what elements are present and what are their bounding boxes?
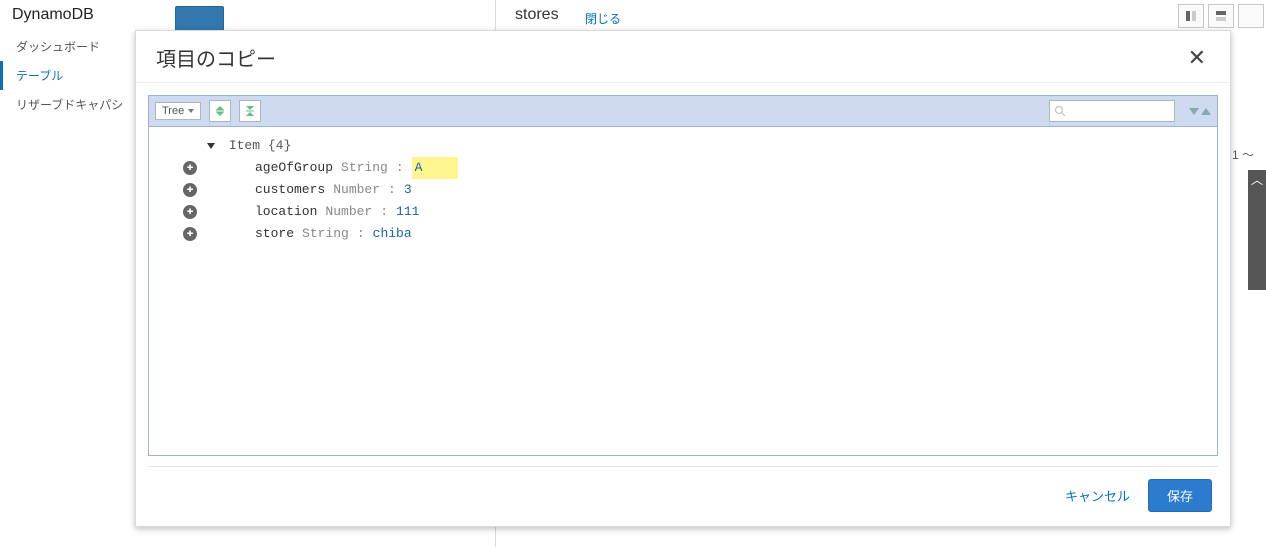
bg-right-icons bbox=[1178, 4, 1264, 28]
view-mode-label: Tree bbox=[162, 105, 184, 117]
attribute-name: ageOfGroup bbox=[205, 157, 333, 179]
disclosure-triangle-icon[interactable] bbox=[207, 143, 215, 149]
attribute-tree: Item {4} ✚ageOfGroupString:A✚customersNu… bbox=[149, 127, 1217, 455]
bg-primary-button[interactable] bbox=[175, 6, 224, 32]
bg-button-area bbox=[175, 6, 224, 32]
attribute-name: customers bbox=[205, 179, 325, 201]
pager-text: 1 ～ bbox=[1232, 146, 1254, 163]
attribute-row[interactable]: ✚ store String: chiba bbox=[159, 223, 1207, 245]
attribute-name: location bbox=[205, 201, 317, 223]
search-icon bbox=[1054, 105, 1066, 117]
sidebar-item[interactable]: リザーブドキャパシ bbox=[0, 90, 135, 119]
modal-header: 項目のコピー ✕ bbox=[136, 31, 1230, 83]
view-mode-icon-1[interactable] bbox=[1178, 4, 1204, 28]
cancel-button[interactable]: キャンセル bbox=[1065, 486, 1130, 505]
attribute-row[interactable]: ✚ customers Number:3 bbox=[159, 179, 1207, 201]
colon: : bbox=[396, 157, 404, 179]
root-label: Item bbox=[229, 138, 260, 153]
bg-scrollbar[interactable]: ︿ bbox=[1248, 170, 1266, 290]
search-box[interactable] bbox=[1049, 100, 1175, 122]
search-input[interactable] bbox=[1066, 103, 1170, 119]
sort-asc-icon[interactable] bbox=[1201, 108, 1211, 115]
add-attribute-icon[interactable]: ✚ bbox=[183, 183, 197, 197]
modal-footer: キャンセル 保存 bbox=[136, 467, 1230, 526]
root-count: {4} bbox=[268, 138, 291, 153]
attribute-type: Number bbox=[325, 201, 372, 223]
colon: : bbox=[388, 179, 396, 201]
attribute-row[interactable]: ✚ ageOfGroup String: A bbox=[159, 157, 1207, 179]
view-mode-icon-2[interactable] bbox=[1208, 4, 1234, 28]
sidebar-list: ダッシュボードテーブルリザーブドキャパシ bbox=[0, 32, 135, 119]
view-mode-dropdown[interactable]: Tree bbox=[155, 102, 201, 120]
sidebar-item[interactable]: テーブル bbox=[0, 61, 135, 90]
close-icon[interactable]: ✕ bbox=[1184, 47, 1210, 69]
expand-all-button[interactable] bbox=[209, 100, 231, 122]
attribute-row[interactable]: ✚ location Number:111 bbox=[159, 201, 1207, 223]
attribute-type: String bbox=[302, 223, 349, 245]
sort-buttons bbox=[1189, 108, 1211, 115]
modal-body: Tree bbox=[136, 83, 1230, 456]
copy-item-dialog: 項目のコピー ✕ Tree bbox=[135, 30, 1231, 527]
attribute-type: String bbox=[341, 157, 388, 179]
colon: : bbox=[357, 223, 365, 245]
item-editor: Tree bbox=[148, 95, 1218, 456]
tree-root-row[interactable]: Item {4} bbox=[159, 135, 1207, 157]
sidebar: DynamoDB ダッシュボードテーブルリザーブドキャパシ bbox=[0, 0, 135, 547]
service-title: DynamoDB bbox=[12, 6, 135, 24]
collapse-all-button[interactable] bbox=[239, 100, 261, 122]
scroll-up-icon[interactable]: ︿ bbox=[1248, 170, 1266, 190]
sidebar-item[interactable]: ダッシュボード bbox=[0, 32, 135, 61]
table-close-link[interactable]: 閉じる bbox=[585, 10, 621, 27]
sort-desc-icon[interactable] bbox=[1189, 108, 1199, 115]
save-button[interactable]: 保存 bbox=[1148, 479, 1212, 512]
attribute-value[interactable]: chiba bbox=[373, 223, 412, 245]
attribute-value[interactable]: 3 bbox=[404, 179, 412, 201]
attribute-value[interactable]: 111 bbox=[396, 201, 419, 223]
modal-title: 項目のコピー bbox=[156, 43, 276, 72]
add-attribute-icon[interactable]: ✚ bbox=[183, 205, 197, 219]
editor-toolbar: Tree bbox=[149, 96, 1217, 127]
table-name: stores bbox=[515, 6, 559, 24]
attribute-rows: ✚ageOfGroupString:A✚customersNumber:3✚lo… bbox=[159, 157, 1207, 245]
add-attribute-icon[interactable]: ✚ bbox=[183, 161, 197, 175]
add-attribute-icon[interactable]: ✚ bbox=[183, 227, 197, 241]
attribute-value-editing[interactable]: A bbox=[412, 157, 458, 179]
attribute-type: Number bbox=[333, 179, 380, 201]
colon: : bbox=[380, 201, 388, 223]
chevron-down-icon bbox=[188, 109, 194, 113]
attribute-name: store bbox=[205, 223, 294, 245]
view-mode-icon-3[interactable] bbox=[1238, 4, 1264, 28]
